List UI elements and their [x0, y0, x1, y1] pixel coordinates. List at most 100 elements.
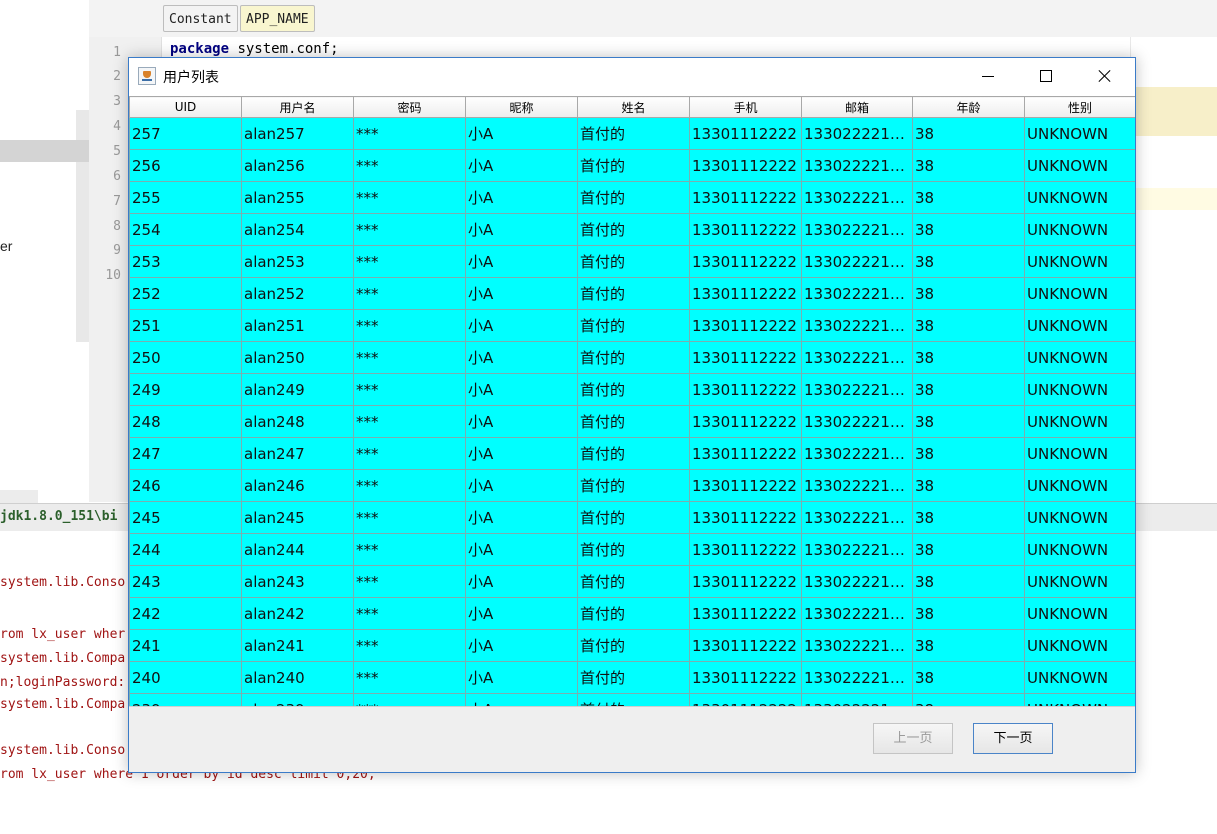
- table-cell-nickname[interactable]: 小A: [465, 245, 578, 278]
- table-cell-nickname[interactable]: 小A: [465, 533, 578, 566]
- table-cell-password[interactable]: ***: [353, 661, 466, 694]
- table-row[interactable]: 246 alan246 *** 小A 首付的 13301112222 1330222211.…: [129, 469, 1135, 502]
- table-cell-password[interactable]: ***: [353, 277, 466, 310]
- table-cell-gender[interactable]: UNKNOWN: [1024, 149, 1135, 182]
- table-row[interactable]: 256 alan256 *** 小A 首付的 13301112222 1330222211.…: [129, 149, 1135, 182]
- table-cell-phone[interactable]: 13301112222: [689, 117, 802, 150]
- table-header-gender[interactable]: 性别: [1024, 96, 1135, 118]
- table-cell-gender[interactable]: UNKNOWN: [1024, 213, 1135, 246]
- project-tree-selected-row[interactable]: [0, 140, 89, 162]
- table-cell-name[interactable]: 首付的: [577, 181, 690, 214]
- window-titlebar[interactable]: 用户列表: [129, 58, 1135, 96]
- table-cell-phone[interactable]: 13301112222: [689, 277, 802, 310]
- table-cell-phone[interactable]: 13301112222: [689, 181, 802, 214]
- table-cell-gender[interactable]: UNKNOWN: [1024, 437, 1135, 470]
- table-cell-gender[interactable]: UNKNOWN: [1024, 629, 1135, 662]
- table-cell-name[interactable]: 首付的: [577, 469, 690, 502]
- table-cell-uid[interactable]: 256: [129, 149, 242, 182]
- table-row[interactable]: 248 alan248 *** 小A 首付的 13301112222 1330222211.…: [129, 405, 1135, 438]
- table-cell-username[interactable]: alan245: [241, 501, 354, 534]
- table-cell-uid[interactable]: 248: [129, 405, 242, 438]
- table-row[interactable]: 240 alan240 *** 小A 首付的 13301112222 1330222211.…: [129, 661, 1135, 694]
- table-header-uid[interactable]: UID: [129, 96, 242, 118]
- table-cell-phone[interactable]: 13301112222: [689, 213, 802, 246]
- table-cell-name[interactable]: 首付的: [577, 597, 690, 630]
- table-cell-uid[interactable]: 243: [129, 565, 242, 598]
- table-cell-username[interactable]: alan253: [241, 245, 354, 278]
- table-cell-uid[interactable]: 244: [129, 533, 242, 566]
- table-cell-name[interactable]: 首付的: [577, 277, 690, 310]
- table-cell-email[interactable]: 1330222211...: [801, 245, 913, 278]
- minimize-icon[interactable]: [959, 58, 1017, 94]
- table-cell-nickname[interactable]: 小A: [465, 181, 578, 214]
- table-cell-name[interactable]: 首付的: [577, 533, 690, 566]
- table-cell-age[interactable]: 38: [912, 693, 1025, 706]
- table-cell-age[interactable]: 38: [912, 405, 1025, 438]
- table-row[interactable]: 251 alan251 *** 小A 首付的 13301112222 1330222211.…: [129, 309, 1135, 342]
- table-cell-nickname[interactable]: 小A: [465, 501, 578, 534]
- user-table-viewport[interactable]: UID 用户名 密码 昵称 姓名 手机 邮箱 年龄 性别 257 alan257 *** 小A 首付的 1…: [129, 96, 1135, 706]
- table-cell-name[interactable]: 首付的: [577, 629, 690, 662]
- table-cell-uid[interactable]: 253: [129, 245, 242, 278]
- table-cell-email[interactable]: 1330222211...: [801, 565, 913, 598]
- table-cell-age[interactable]: 38: [912, 501, 1025, 534]
- table-cell-username[interactable]: alan247: [241, 437, 354, 470]
- table-cell-password[interactable]: ***: [353, 693, 466, 706]
- table-row[interactable]: 254 alan254 *** 小A 首付的 13301112222 1330222211.…: [129, 213, 1135, 246]
- table-cell-username[interactable]: alan256: [241, 149, 354, 182]
- table-cell-age[interactable]: 38: [912, 309, 1025, 342]
- table-cell-password[interactable]: ***: [353, 533, 466, 566]
- table-cell-username[interactable]: alan255: [241, 181, 354, 214]
- panel-tab[interactable]: [0, 490, 38, 504]
- table-cell-name[interactable]: 首付的: [577, 693, 690, 706]
- table-cell-password[interactable]: ***: [353, 117, 466, 150]
- table-cell-username[interactable]: alan243: [241, 565, 354, 598]
- table-cell-email[interactable]: 1330222211...: [801, 405, 913, 438]
- table-row[interactable]: 247 alan247 *** 小A 首付的 13301112222 1330222211.…: [129, 437, 1135, 470]
- table-cell-password[interactable]: ***: [353, 597, 466, 630]
- table-cell-email[interactable]: 1330222211...: [801, 693, 913, 706]
- table-cell-password[interactable]: ***: [353, 629, 466, 662]
- table-header-username[interactable]: 用户名: [241, 96, 354, 118]
- table-cell-nickname[interactable]: 小A: [465, 405, 578, 438]
- table-cell-uid[interactable]: 239: [129, 693, 242, 706]
- table-cell-phone[interactable]: 13301112222: [689, 469, 802, 502]
- table-header-nickname[interactable]: 昵称: [465, 96, 578, 118]
- table-header-password[interactable]: 密码: [353, 96, 466, 118]
- table-cell-username[interactable]: alan241: [241, 629, 354, 662]
- table-cell-phone[interactable]: 13301112222: [689, 245, 802, 278]
- table-cell-username[interactable]: alan239: [241, 693, 354, 706]
- table-cell-username[interactable]: alan249: [241, 373, 354, 406]
- table-cell-nickname[interactable]: 小A: [465, 341, 578, 374]
- table-row[interactable]: 245 alan245 *** 小A 首付的 13301112222 1330222211.…: [129, 501, 1135, 534]
- table-header-name[interactable]: 姓名: [577, 96, 690, 118]
- table-cell-gender[interactable]: UNKNOWN: [1024, 117, 1135, 150]
- table-cell-username[interactable]: alan248: [241, 405, 354, 438]
- table-cell-age[interactable]: 38: [912, 181, 1025, 214]
- table-cell-password[interactable]: ***: [353, 405, 466, 438]
- table-cell-gender[interactable]: UNKNOWN: [1024, 245, 1135, 278]
- table-row[interactable]: 257 alan257 *** 小A 首付的 13301112222 1330222211.…: [129, 117, 1135, 150]
- table-cell-gender[interactable]: UNKNOWN: [1024, 373, 1135, 406]
- table-cell-age[interactable]: 38: [912, 661, 1025, 694]
- table-cell-phone[interactable]: 13301112222: [689, 309, 802, 342]
- table-cell-phone[interactable]: 13301112222: [689, 501, 802, 534]
- table-cell-uid[interactable]: 246: [129, 469, 242, 502]
- table-cell-uid[interactable]: 251: [129, 309, 242, 342]
- table-cell-name[interactable]: 首付的: [577, 661, 690, 694]
- table-cell-name[interactable]: 首付的: [577, 149, 690, 182]
- table-cell-email[interactable]: 1330222211...: [801, 309, 913, 342]
- table-row[interactable]: 249 alan249 *** 小A 首付的 13301112222 1330222211.…: [129, 373, 1135, 406]
- table-cell-phone[interactable]: 13301112222: [689, 629, 802, 662]
- table-cell-age[interactable]: 38: [912, 277, 1025, 310]
- table-cell-name[interactable]: 首付的: [577, 309, 690, 342]
- table-cell-gender[interactable]: UNKNOWN: [1024, 309, 1135, 342]
- table-cell-age[interactable]: 38: [912, 533, 1025, 566]
- table-cell-age[interactable]: 38: [912, 437, 1025, 470]
- table-cell-email[interactable]: 1330222211...: [801, 533, 913, 566]
- table-cell-nickname[interactable]: 小A: [465, 149, 578, 182]
- table-cell-age[interactable]: 38: [912, 213, 1025, 246]
- table-cell-password[interactable]: ***: [353, 341, 466, 374]
- table-cell-uid[interactable]: 250: [129, 341, 242, 374]
- table-cell-gender[interactable]: UNKNOWN: [1024, 181, 1135, 214]
